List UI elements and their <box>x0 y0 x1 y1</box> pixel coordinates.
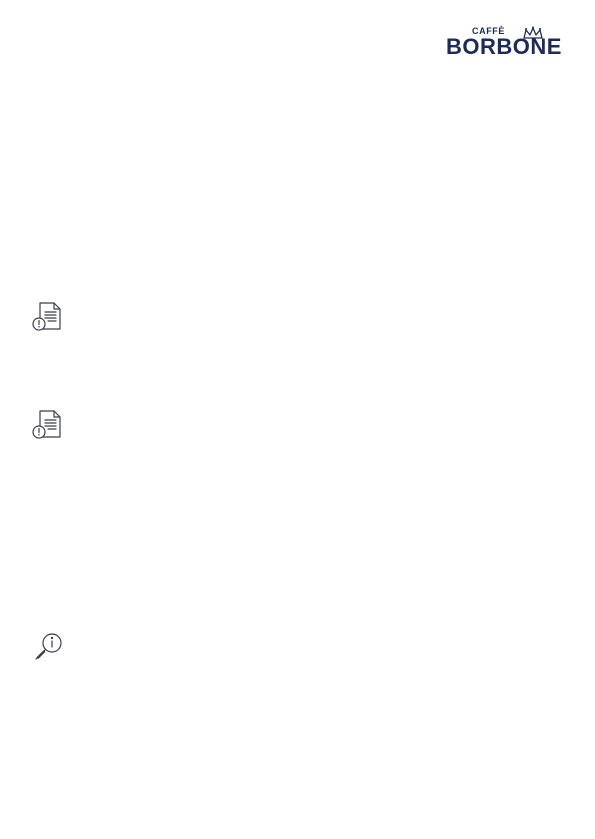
document-clock-icon <box>30 300 64 334</box>
caffe-borbone-logo: CAFFÈ BORBONE <box>444 26 564 60</box>
magnifier-info-icon <box>32 630 66 664</box>
logo-borbone-text: BORBONE <box>446 34 562 59</box>
document-page: CAFFÈ BORBONE <box>0 0 595 839</box>
document-clock-icon <box>30 408 64 442</box>
